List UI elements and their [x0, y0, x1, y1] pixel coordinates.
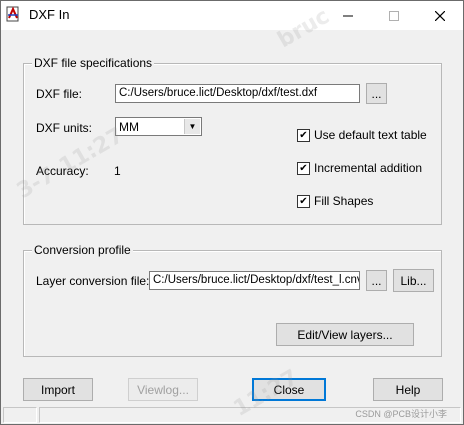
dxf-units-value: MM: [119, 120, 139, 134]
fill-shapes-label: Fill Shapes: [314, 194, 374, 208]
conversion-profile-group-title: Conversion profile: [32, 243, 133, 257]
minimize-button[interactable]: [325, 1, 371, 30]
layer-file-browse-button[interactable]: ...: [366, 270, 387, 291]
maximize-icon: [389, 10, 399, 21]
layer-conversion-file-label: Layer conversion file:: [36, 274, 150, 288]
dxf-units-select[interactable]: MM ▼: [115, 117, 202, 136]
maximize-button: [371, 1, 417, 30]
chevron-down-icon: ▼: [184, 119, 200, 134]
incremental-addition-label: Incremental addition: [314, 161, 423, 175]
accuracy-value: 1: [114, 164, 121, 178]
lib-button[interactable]: Lib...: [393, 269, 434, 292]
dxf-in-dialog: DXF In DXF file specifications DXF file:…: [0, 0, 464, 425]
dxf-file-label: DXF file:: [36, 87, 83, 101]
dxf-spec-group-title: DXF file specifications: [32, 56, 155, 70]
dxf-file-browse-button[interactable]: ...: [366, 83, 387, 104]
dxf-units-label: DXF units:: [36, 121, 93, 135]
use-default-text-table-label: Use default text table: [314, 128, 427, 142]
viewlog-button: Viewlog...: [128, 378, 198, 401]
use-default-text-table-checkbox[interactable]: ✔: [297, 129, 310, 142]
incremental-addition-checkbox[interactable]: ✔: [297, 162, 310, 175]
minimize-icon: [343, 15, 353, 16]
accuracy-label: Accuracy:: [36, 164, 89, 178]
import-button[interactable]: Import: [23, 378, 93, 401]
fill-shapes-checkbox[interactable]: ✔: [297, 195, 310, 208]
close-button[interactable]: Close: [252, 378, 326, 401]
layer-conversion-file-field[interactable]: C:/Users/bruce.lict/Desktop/dxf/test_l.c…: [149, 271, 360, 290]
status-cell-left: [3, 407, 37, 423]
help-button[interactable]: Help: [373, 378, 443, 401]
close-window-button[interactable]: [417, 1, 463, 30]
close-icon: [435, 10, 445, 21]
source-credit: CSDN @PCB设计小李: [355, 409, 447, 419]
title-bar: DXF In: [1, 1, 463, 30]
dxf-file-field[interactable]: C:/Users/bruce.lict/Desktop/dxf/test.dxf: [115, 84, 360, 103]
window-title: DXF In: [29, 7, 70, 22]
edit-view-layers-button[interactable]: Edit/View layers...: [276, 323, 414, 346]
app-icon: [6, 6, 19, 22]
